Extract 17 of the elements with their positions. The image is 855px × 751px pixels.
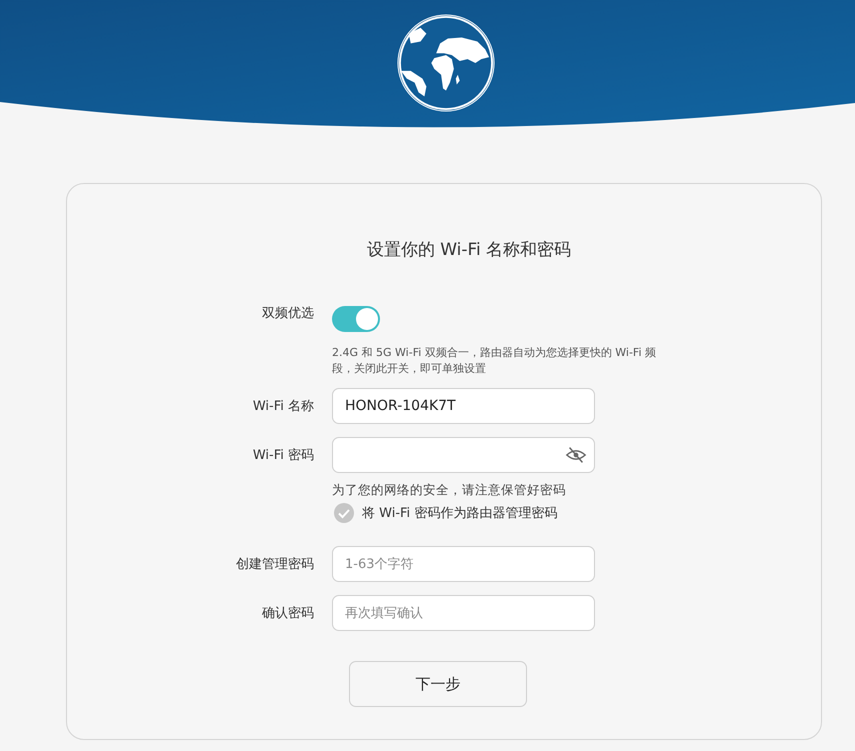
hint-text: 2.4G 和 5G Wi-Fi 双频合一，路由器自动为您选择更快的 Wi-Fi 频段，关闭此开关，即可单独设置 — [332, 345, 658, 377]
page-title: 设置你的 Wi-Fi 名称和密码 — [366, 239, 572, 261]
field-label: Wi-Fi 密码 — [252, 447, 314, 464]
field-label: 确认密码 — [261, 605, 314, 622]
checkbox-label: 将 Wi-Fi 密码作为路由器管理密码 — [362, 505, 558, 522]
password-field[interactable] — [332, 437, 595, 473]
input-field[interactable]: 1-63个字符 — [332, 546, 595, 582]
field-label: 创建管理密码 — [235, 556, 314, 573]
next-button[interactable]: 下一步 — [349, 661, 527, 707]
note-text: 为了您的网络的安全，请注意保管好密码 — [332, 482, 567, 499]
globe-icon — [396, 14, 494, 112]
field-label: 双频优选 — [261, 304, 314, 322]
input-field[interactable]: HONOR-104K7T — [332, 388, 595, 424]
input-field[interactable]: 再次填写确认 — [332, 595, 595, 631]
checkbox[interactable] — [334, 503, 354, 523]
toggle-switch[interactable] — [332, 306, 380, 332]
field-label: Wi-Fi 名称 — [252, 398, 314, 415]
